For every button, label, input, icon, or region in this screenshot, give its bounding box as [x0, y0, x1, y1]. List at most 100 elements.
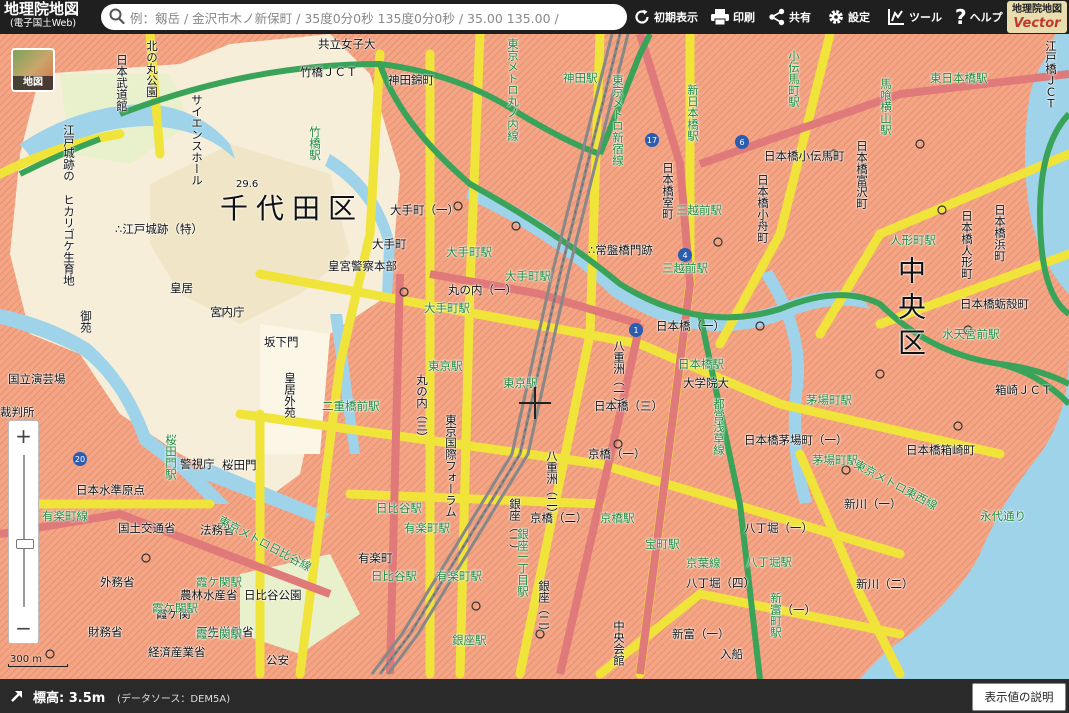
label-hibiya-park: 日比谷公園 [244, 588, 302, 602]
station-otemachi[interactable]: 大手町駅 [446, 246, 492, 259]
brand-title: 地理院地図 [4, 0, 80, 18]
share-button[interactable]: 共有 [768, 4, 811, 30]
tools-button[interactable]: ツール [886, 4, 942, 30]
label-kodenmacho: 日本橋小伝馬町 [764, 149, 845, 163]
search-box[interactable] [101, 4, 627, 30]
line-shinjuku: 東京メトロ新宿線 [611, 74, 625, 166]
label-edojo: ∴江戸城跡（特） [115, 222, 203, 236]
station-yurakucho-2[interactable]: 有楽町駅 [436, 570, 482, 583]
station-otemachi-2[interactable]: 大手町駅 [505, 270, 551, 283]
settings-button[interactable]: 設定 [827, 4, 870, 30]
label-sakashitamon: 坂下門 [264, 335, 299, 349]
station-suitengumae[interactable]: 水天宮前駅 [942, 328, 1000, 341]
search-input[interactable] [128, 6, 622, 30]
gear-icon [829, 10, 843, 24]
station-takebashi[interactable]: 竹橋駅 [308, 126, 322, 161]
station-ningyocho[interactable]: 人形町駅 [890, 234, 936, 247]
label-zaimusho: 財務省 [88, 625, 123, 639]
label-saibansho: 裁判所 [0, 405, 35, 419]
brand-subtitle: (電子国土Web) [10, 18, 77, 29]
line-eitai: 永代通り [980, 509, 1026, 523]
station-bakurocho[interactable]: 馬喰横山駅 [879, 78, 893, 136]
svg-text:6: 6 [739, 138, 744, 147]
zoom-in-button[interactable]: + [9, 422, 38, 450]
label-tokyo-forum: 東京国際フォーラム [444, 414, 458, 518]
label-gaimusho: 外務省 [100, 575, 135, 589]
station-shintomi[interactable]: 新富町駅 [769, 592, 783, 638]
home-view-button[interactable]: 初期表示 [633, 4, 698, 30]
share-icon [769, 8, 785, 26]
brand-link[interactable]: 地理院地図 (電子国土Web) [4, 1, 96, 33]
svg-text:20: 20 [75, 455, 85, 464]
zoom-control: + − [8, 420, 39, 644]
line-yurakucho: 有楽町線 [42, 509, 88, 523]
elevation-readout: 標高: 3.5m [33, 691, 106, 706]
print-button[interactable]: 印刷 [710, 4, 755, 30]
label-edobashi-jct: 江戸橋ＪＣＴ [1044, 40, 1058, 109]
zoom-out-button[interactable]: − [9, 614, 38, 642]
label-kouan: 公安 [266, 653, 289, 667]
station-sakuradamon[interactable]: 桜田門駅 [164, 434, 178, 480]
label-otemachi-1: 大手町（一） [390, 203, 459, 217]
help-label: ヘルプ [969, 11, 1003, 24]
label-kokyogaien: 皇居外苑 [283, 372, 297, 418]
zoom-slider-handle[interactable] [16, 539, 34, 549]
station-shin-nihonbashi[interactable]: 新日本橋駅 [686, 84, 700, 142]
station-kyobashi[interactable]: 京橋駅 [600, 512, 635, 525]
svg-text:1: 1 [633, 326, 638, 335]
station-nijubashi[interactable]: 二重橋前駅 [322, 400, 380, 413]
station-nihonbashi[interactable]: 日本橋駅 [678, 358, 724, 371]
station-tokyo-2[interactable]: 東京駅 [428, 360, 463, 373]
station-otemachi-3[interactable]: 大手町駅 [424, 302, 470, 315]
station-kasumigaseki-3[interactable]: 霞ケ関駅 [196, 628, 242, 641]
station-ginza-1[interactable]: 銀座一丁目駅 [516, 528, 530, 597]
label-daigakuin: 大学院大 [683, 376, 729, 390]
label-chuo-kaikan: 中央会館 [612, 620, 626, 666]
label-keisatsu: 皇宮警察本部 [328, 259, 397, 273]
arrow-up-right-icon [11, 691, 22, 702]
station-hibiya[interactable]: 日比谷駅 [376, 502, 422, 515]
label-sakuradamon: 桜田門 [222, 458, 257, 472]
station-ginza[interactable]: 銀座駅 [452, 634, 487, 647]
station-kayabacho[interactable]: 茅場町駅 [806, 394, 852, 407]
base-layer-button[interactable]: 地図 [11, 48, 55, 92]
station-kayabacho-2[interactable]: 茅場町駅 [812, 454, 858, 467]
label-hikarigoke: ヒカリゴケ生育地 [62, 194, 76, 286]
label-kyobashi-2: 京橋（二） [530, 511, 588, 525]
label-yaesu-2: 八重洲（二） [545, 450, 559, 519]
station-yurakucho[interactable]: 有楽町駅 [404, 522, 450, 535]
station-hatchobori[interactable]: 八丁堀駅 [746, 556, 792, 569]
station-kasumigaseki-2[interactable]: 霞ケ関駅 [152, 602, 198, 615]
label-tokiwabashi: ∴常盤橋門跡 [588, 243, 653, 257]
line-keiyo: 京葉線 [686, 556, 721, 570]
scale-bar: 300 m [6, 654, 76, 668]
station-takaracho[interactable]: 宝町駅 [645, 538, 680, 551]
vector-logo[interactable]: 地理院地図 Vector [1007, 1, 1067, 33]
station-kodenmacho[interactable]: 小伝馬町駅 [787, 50, 801, 108]
station-kasumigaseki[interactable]: 霞ケ関駅 [196, 576, 242, 589]
help-button[interactable]: ? ヘルプ [955, 4, 1003, 30]
station-kanda[interactable]: 神田駅 [563, 72, 598, 85]
station-higashi-nihonbashi[interactable]: 東日本橋駅 [930, 72, 988, 85]
reload-icon [635, 9, 649, 24]
printer-icon [711, 9, 729, 26]
zoom-slider-track[interactable] [23, 455, 25, 607]
top-toolbar: 地理院地図 (電子国土Web) 初期表示 印刷 共有 [0, 0, 1069, 34]
value-explanation-button[interactable]: 表示値の説明 [972, 683, 1066, 711]
station-hibiya-2[interactable]: 日比谷駅 [371, 570, 417, 583]
label-yurakucho: 有楽町 [358, 551, 393, 565]
label-hamacho: 日本橋浜町 [993, 204, 1007, 262]
station-mitsukoshi-2[interactable]: 三越前駅 [676, 204, 722, 217]
label-hakozaki: 日本橋箱崎町 [906, 443, 975, 457]
tools-label: ツール [909, 11, 942, 24]
label-kyoritsu: 共立女子大 [318, 37, 376, 51]
label-hakozaki-jct: 箱崎ＪＣＴ [995, 383, 1053, 397]
station-mitsukoshi[interactable]: 三越前駅 [662, 262, 708, 275]
help-icon: ? [955, 5, 967, 29]
share-label: 共有 [789, 11, 811, 24]
map-canvas[interactable]: 17 6 4 1 20 千代田区 中央区 ∴江戸城跡（特） 皇居 御苑 大手町（… [0, 34, 1069, 679]
label-ningyocho: 日本橋人形町 [960, 210, 974, 279]
label-budokan: 日本武道館 [115, 54, 129, 112]
label-nihonbashi-1: 日本橋（一） [656, 319, 725, 333]
ward-label-chuo: 中央区 [894, 256, 927, 364]
